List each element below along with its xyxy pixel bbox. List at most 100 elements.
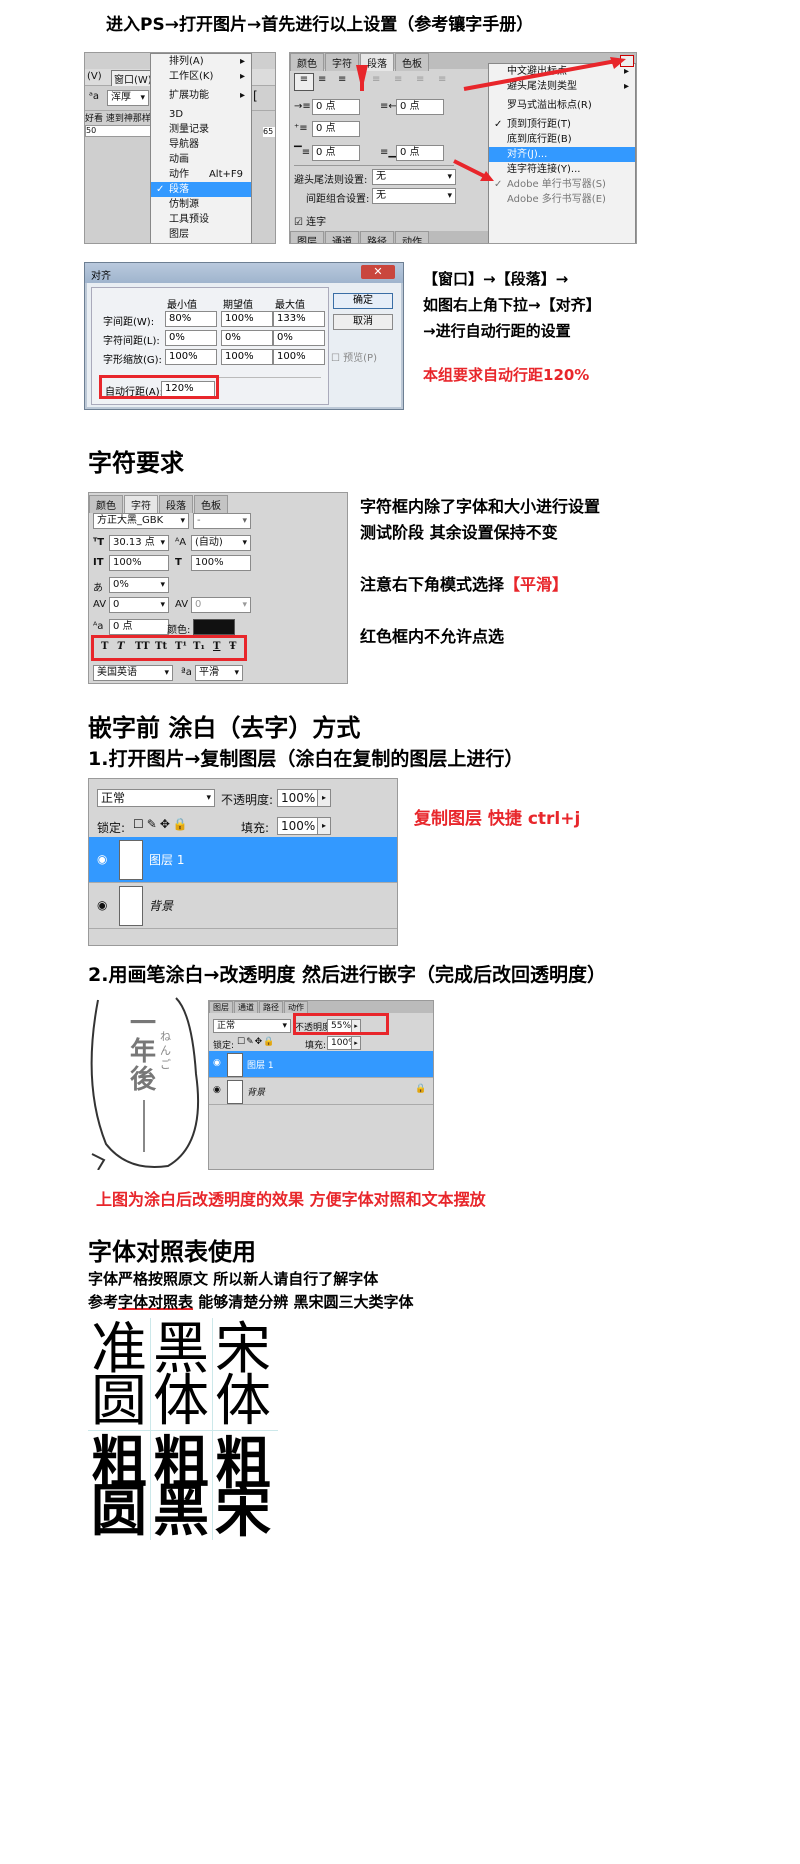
lock-icons[interactable]: ☐✎✥🔒 bbox=[237, 1037, 275, 1047]
layer-1-name[interactable]: 图层 1 bbox=[149, 851, 184, 868]
close-icon[interactable]: ✕ bbox=[361, 265, 395, 279]
blend-mode-select[interactable]: 正常 bbox=[213, 1019, 291, 1033]
char-tabs: 颜色 字符 段落 色板 bbox=[89, 495, 347, 513]
opacity-input[interactable]: 100% bbox=[277, 789, 321, 807]
cancel-button[interactable]: 取消 bbox=[333, 314, 393, 330]
ok-button[interactable]: 确定 bbox=[333, 293, 393, 309]
font-note-line2: 参考字体对照表 能够清楚分辨 黑宋圆三大类字体 bbox=[88, 1291, 413, 1314]
fill-slider-button[interactable]: ▸ bbox=[351, 1036, 361, 1050]
bubble-ruby-text: ねんご bbox=[160, 1030, 171, 1071]
menu-item-label: 扩展功能 bbox=[169, 90, 209, 101]
bubble-main-text: 一年後 bbox=[129, 1009, 156, 1095]
horizontal-scale-input[interactable]: 100% bbox=[191, 555, 251, 571]
tracking-icon: AV bbox=[175, 599, 189, 610]
justify-value-input[interactable]: 100% bbox=[221, 311, 273, 327]
menubar-item-view[interactable]: (V) bbox=[87, 71, 102, 82]
step2-text: 2.用画笔涂白→改透明度 然后进行嵌字（完成后改回透明度） bbox=[88, 964, 606, 986]
layer-row-2[interactable]: ◉ 背景 🔒 bbox=[209, 1078, 433, 1105]
justify-value-input[interactable]: 100% bbox=[273, 349, 325, 365]
copy-tip: 复制图层 快捷 ctrl+j bbox=[414, 809, 581, 829]
menu-item[interactable]: 工具预设 bbox=[151, 212, 251, 227]
font-table-link[interactable]: 字体对照表 bbox=[118, 1293, 193, 1311]
bubble-dash bbox=[143, 1100, 145, 1152]
tab-paragraph[interactable]: 段落 bbox=[159, 495, 193, 513]
justify-value-input[interactable]: 133% bbox=[273, 311, 325, 327]
dialog-title: 对齐 bbox=[91, 271, 111, 282]
tab-character[interactable]: 字符 bbox=[124, 495, 158, 513]
blend-mode-select[interactable]: 正常 bbox=[97, 789, 215, 807]
eye-icon[interactable]: ◉ bbox=[97, 852, 111, 866]
menu-item[interactable]: 动作 Alt+F9 bbox=[151, 167, 251, 182]
tab-paths[interactable]: 路径 bbox=[259, 1001, 283, 1013]
leading-icon: ᴬA bbox=[175, 537, 187, 548]
ruler-tab: 好看 速到神那样 bbox=[85, 114, 151, 124]
kerning-select[interactable]: 0 bbox=[109, 597, 169, 613]
justify-value-input[interactable]: 100% bbox=[221, 349, 273, 365]
top-heading: 进入PS→打开图片→首先进行以上设置（参考镶字手册） bbox=[106, 15, 534, 35]
justify-value-input[interactable]: 100% bbox=[165, 349, 217, 365]
vertical-scale-input[interactable]: 100% bbox=[109, 555, 169, 571]
menu-item[interactable]: 工作区(K) ▸ bbox=[151, 69, 251, 84]
tab-layers[interactable]: 图层 bbox=[209, 1001, 233, 1013]
justify-value-input[interactable]: 0% bbox=[165, 330, 217, 346]
arrow-to-menu-button bbox=[610, 57, 626, 69]
glyph-ti-hei: 体 bbox=[153, 1369, 209, 1434]
menu-item[interactable]: 扩展功能 ▸ bbox=[151, 88, 251, 103]
vertical-scale-icon: IT bbox=[93, 557, 104, 568]
menu-item-label: 仿制源 bbox=[169, 199, 199, 210]
fill-slider-button[interactable]: ▸ bbox=[317, 817, 331, 835]
arrow-shaft-3 bbox=[453, 159, 487, 179]
menu-item[interactable]: 导航器 bbox=[151, 137, 251, 152]
font-size-icon: ᵀT bbox=[93, 537, 105, 548]
tab-actions[interactable]: 动作 bbox=[284, 1001, 308, 1013]
menu-item[interactable]: 排列(A) ▸ bbox=[151, 54, 251, 69]
justify-value-input[interactable]: 80% bbox=[165, 311, 217, 327]
eye-icon[interactable]: ◉ bbox=[97, 898, 111, 912]
eye-icon[interactable]: ◉ bbox=[213, 1058, 221, 1068]
antialias-select[interactable]: 平滑 bbox=[195, 665, 243, 681]
menubar-item-window[interactable]: 窗口(W) bbox=[111, 70, 155, 87]
lock-icons[interactable]: ☐✎✥🔒 bbox=[133, 817, 191, 831]
background-layer-name[interactable]: 背景 bbox=[149, 897, 173, 914]
menu-item[interactable]: 仿制源 bbox=[151, 197, 251, 212]
layer-row-1[interactable]: ◉ 图层 1 bbox=[89, 837, 397, 883]
justification-dialog: 对齐 ✕ 最小值 期望值 最大值 字间距(W): 80% 100% 133% 字符间距(… bbox=[84, 262, 404, 410]
char-note-line2: 测试阶段 其余设置保持不变 bbox=[360, 523, 558, 542]
preview-checkbox[interactable]: ☐ 预览(P) bbox=[331, 349, 377, 364]
justify-note-red: 本组要求自动行距120% bbox=[423, 366, 590, 384]
baseline-input[interactable]: 0 点 bbox=[109, 619, 169, 635]
col-desired: 期望值 bbox=[223, 300, 253, 311]
char-note: 字符框内除了字体和大小进行设置 测试阶段 其余设置保持不变 注意右下角模式选择【… bbox=[360, 494, 600, 650]
fill-input[interactable]: 100% bbox=[277, 817, 321, 835]
leading-select[interactable]: (自动) bbox=[191, 535, 251, 551]
menu-item[interactable]: 3D bbox=[151, 107, 251, 122]
tsume-select[interactable]: 0% bbox=[109, 577, 169, 593]
tab-color[interactable]: 颜色 bbox=[89, 495, 123, 513]
menu-item-label: 动作 bbox=[169, 169, 189, 180]
menu-item[interactable]: ✓ 段落 bbox=[151, 182, 251, 197]
tab-channels[interactable]: 通道 bbox=[234, 1001, 258, 1013]
color-swatch[interactable] bbox=[193, 619, 235, 635]
background-layer-name[interactable]: 背景 bbox=[247, 1085, 265, 1098]
ruler-right: 65 bbox=[263, 127, 275, 137]
annotation-arrows bbox=[356, 57, 626, 181]
font-family-select[interactable]: 方正大黑_GBK bbox=[93, 513, 189, 529]
justify-value-input[interactable]: 0% bbox=[221, 330, 273, 346]
font-style-select[interactable]: - bbox=[193, 513, 251, 529]
layer-1-name[interactable]: 图层 1 bbox=[247, 1058, 274, 1071]
opacity-slider-button[interactable]: ▸ bbox=[317, 789, 331, 807]
tab-swatches[interactable]: 色板 bbox=[194, 495, 228, 513]
justify-note-line2: 如图右上角下拉→【对齐】 bbox=[423, 296, 601, 314]
col-min: 最小值 bbox=[167, 300, 197, 311]
eye-icon[interactable]: ◉ bbox=[213, 1085, 221, 1095]
tracking-select[interactable]: 0 bbox=[191, 597, 251, 613]
language-select[interactable]: 美国英语 bbox=[93, 665, 173, 681]
layer-row-1[interactable]: ◉ 图层 1 bbox=[209, 1051, 433, 1078]
menu-item[interactable]: 测量记录 bbox=[151, 122, 251, 137]
layer-row-2[interactable]: ◉ 背景 bbox=[89, 883, 397, 929]
font-size-select[interactable]: 30.13 点 bbox=[109, 535, 169, 551]
justify-value-input[interactable]: 0% bbox=[273, 330, 325, 346]
menu-item[interactable]: 动画 bbox=[151, 152, 251, 167]
menu-item[interactable]: 图层 bbox=[151, 227, 251, 242]
font-style-select[interactable]: 浑厚 bbox=[107, 90, 149, 106]
